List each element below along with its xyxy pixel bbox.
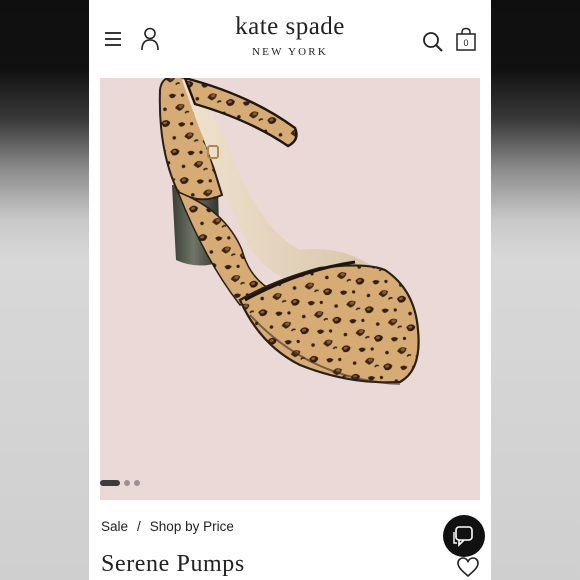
chat-icon <box>453 526 473 547</box>
menu-icon[interactable] <box>104 30 124 48</box>
brand-logo[interactable]: kate spade <box>189 13 391 41</box>
brand-location: NEW YORK <box>252 46 328 58</box>
account-icon[interactable] <box>140 27 160 51</box>
carousel-dot[interactable] <box>124 480 130 486</box>
breadcrumb: Sale / Shop by Price <box>101 519 234 534</box>
search-icon[interactable] <box>422 31 444 53</box>
breadcrumb-separator: / <box>137 519 141 534</box>
phone-screen: kate spade NEW YORK 0 Sale / Shop by Price… <box>89 0 491 580</box>
site-header: kate spade NEW YORK 0 <box>89 0 491 78</box>
carousel-dot-active[interactable] <box>100 480 120 486</box>
product-title: Serene Pumps <box>101 551 245 577</box>
carousel-dot[interactable] <box>134 480 140 486</box>
chat-button[interactable] <box>443 515 485 557</box>
breadcrumb-link-sale[interactable]: Sale <box>101 519 128 534</box>
heart-icon[interactable] <box>456 556 480 578</box>
bag-count-badge: 0 <box>463 38 469 48</box>
breadcrumb-link-shop-by-price[interactable]: Shop by Price <box>150 519 234 534</box>
